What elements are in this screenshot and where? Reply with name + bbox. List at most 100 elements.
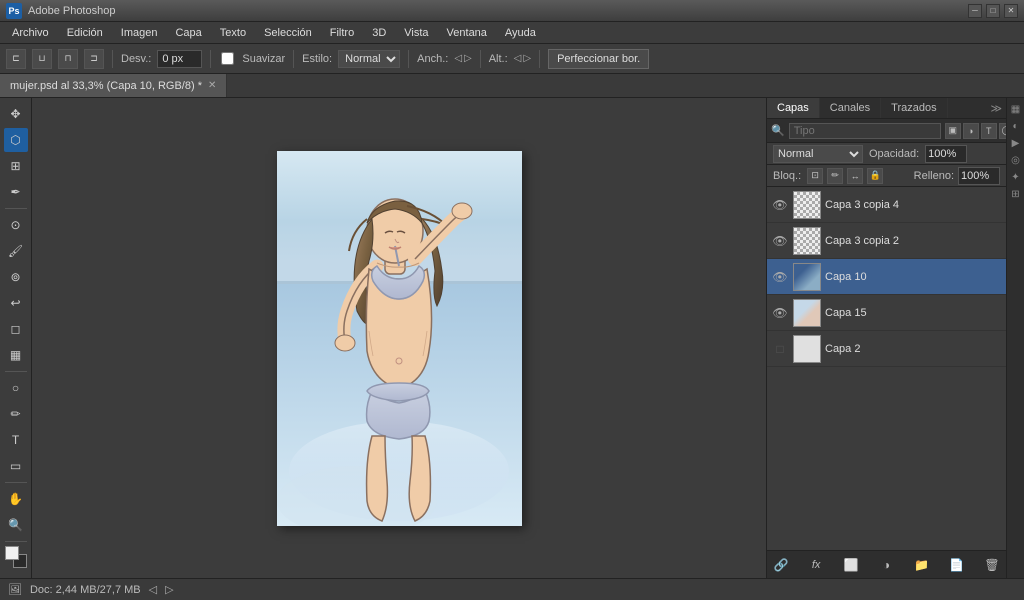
layer-link-icon[interactable]: 🔗 <box>771 555 791 575</box>
zoom-tool[interactable]: 🔍 <box>4 513 28 537</box>
status-nav-right[interactable]: ▷ <box>165 583 173 596</box>
suavizar-label: Suavizar <box>242 53 285 65</box>
minimize-button[interactable]: ─ <box>968 4 982 18</box>
blend-mode-select[interactable]: Normal <box>773 145 863 163</box>
desv-label: Desv.: <box>121 53 151 65</box>
layer-visibility-toggle[interactable]: 👁 <box>771 196 789 214</box>
layer-folder-icon[interactable]: 📁 <box>912 555 932 575</box>
tool-sep-3 <box>5 482 27 483</box>
layers-type-input[interactable] <box>789 123 941 139</box>
desv-input[interactable] <box>157 50 202 68</box>
panel4-icon[interactable]: ✦ <box>1009 170 1023 184</box>
text-tool[interactable]: T <box>4 428 28 452</box>
search-icon: 🔍 <box>771 124 785 137</box>
perfeccionar-button[interactable]: Perfeccionar bor. <box>548 49 649 69</box>
lasso-options-icon[interactable]: ⊔ <box>32 49 52 69</box>
layer-item[interactable]: 👁 Capa 3 copia 4 <box>767 187 1006 223</box>
delete-layer-button[interactable]: 🗑 <box>982 555 1002 575</box>
layer-item[interactable]: 👁 Capa 15 <box>767 295 1006 331</box>
history-brush-tool[interactable]: ↩ <box>4 291 28 315</box>
move-tool[interactable]: ✥ <box>4 102 28 126</box>
layer-visibility-toggle[interactable]: □ <box>771 340 789 358</box>
lasso-intersect-icon[interactable]: ⊓ <box>58 49 78 69</box>
lock-move-icon[interactable]: ↔ <box>847 168 863 184</box>
opacity-input[interactable] <box>925 145 967 163</box>
tool-sep-2 <box>5 371 27 372</box>
figure-svg <box>277 151 522 526</box>
panel-tab-group: Capas Canales Trazados <box>767 98 948 118</box>
eraser-tool[interactable]: ◻ <box>4 317 28 341</box>
layers-panel-icon[interactable]: ▦ <box>1009 102 1023 116</box>
lasso-tool-icon[interactable]: ⊏ <box>6 49 26 69</box>
panel3-icon[interactable]: ◎ <box>1009 153 1023 167</box>
pen-tool[interactable]: ✏ <box>4 402 28 426</box>
alt-label: Alt.: <box>489 53 508 65</box>
document-tab[interactable]: mujer.psd al 33,3% (Capa 10, RGB/8) * ✕ <box>0 74 227 97</box>
dodge-tool[interactable]: ○ <box>4 376 28 400</box>
menu-imagen[interactable]: Imagen <box>113 25 166 41</box>
filter-text-icon[interactable]: T <box>981 123 997 139</box>
fill-input[interactable] <box>958 167 1000 185</box>
lock-all-icon[interactable]: 🔒 <box>867 168 883 184</box>
lock-position-icon[interactable]: ✏ <box>827 168 843 184</box>
layers-panel: 🔍 ▣ ◑ T ◯ ◈ Normal Opacidad: <box>767 119 1006 578</box>
menu-3d[interactable]: 3D <box>364 25 394 41</box>
menu-seleccion[interactable]: Selección <box>256 25 320 41</box>
document-tab-close[interactable]: ✕ <box>208 80 216 91</box>
spot-heal-tool[interactable]: ⊙ <box>4 213 28 237</box>
filter-adjustment-icon[interactable]: ◑ <box>963 123 979 139</box>
layer-item[interactable]: 👁 Capa 3 copia 2 <box>767 223 1006 259</box>
tab-canales[interactable]: Canales <box>820 98 881 118</box>
maximize-button[interactable]: □ <box>986 4 1000 18</box>
menu-edicion[interactable]: Edición <box>59 25 111 41</box>
layer-visibility-toggle[interactable]: 👁 <box>771 232 789 250</box>
menu-archivo[interactable]: Archivo <box>4 25 57 41</box>
menu-ayuda[interactable]: Ayuda <box>497 25 544 41</box>
new-layer-button[interactable]: 📄 <box>947 555 967 575</box>
menu-vista[interactable]: Vista <box>396 25 436 41</box>
alt-arrow-right[interactable]: ▷ <box>523 53 531 64</box>
suavizar-checkbox[interactable] <box>221 52 234 65</box>
layer-adjustment-icon[interactable]: ◑ <box>876 555 896 575</box>
toolbar-separator-5 <box>480 50 481 68</box>
menu-texto[interactable]: Texto <box>212 25 254 41</box>
eyedropper-tool[interactable]: ✒ <box>4 180 28 204</box>
lock-pixels-icon[interactable]: ⊡ <box>807 168 823 184</box>
shape-tool[interactable]: ▭ <box>4 454 28 478</box>
gradient-tool[interactable]: ▦ <box>4 343 28 367</box>
layer-visibility-toggle[interactable]: 👁 <box>771 268 789 286</box>
layer-fx-icon[interactable]: fx <box>806 555 826 575</box>
lasso-subtract-icon[interactable]: ⊐ <box>84 49 104 69</box>
crop-tool[interactable]: ⊞ <box>4 154 28 178</box>
anch-arrow-left[interactable]: ◁ <box>454 53 462 64</box>
filter-pixel-icon[interactable]: ▣ <box>945 123 961 139</box>
hand-tool[interactable]: ✋ <box>4 487 28 511</box>
estilo-select[interactable]: Normal <box>338 50 400 68</box>
fill-label: Relleno: <box>914 170 954 182</box>
anch-arrow-right[interactable]: ▷ <box>464 53 472 64</box>
alt-arrow-left[interactable]: ◁ <box>514 53 522 64</box>
tab-capas[interactable]: Capas <box>767 98 820 118</box>
foreground-bg-colors[interactable] <box>5 546 27 568</box>
menu-capa[interactable]: Capa <box>167 25 209 41</box>
layer-visibility-toggle[interactable]: 👁 <box>771 304 789 322</box>
status-doc-icon: 🖼 <box>8 583 22 596</box>
status-nav-left[interactable]: ◁ <box>149 583 157 596</box>
panel-expand-arrow[interactable]: ≫ <box>986 102 1006 115</box>
brush-tool[interactable]: 🖌 <box>4 239 28 263</box>
play-icon[interactable]: ▶ <box>1009 136 1023 150</box>
window-controls[interactable]: ─ □ ✕ <box>968 4 1018 18</box>
menu-filtro[interactable]: Filtro <box>322 25 362 41</box>
stamp-tool[interactable]: ⊚ <box>4 265 28 289</box>
layer-mask-icon[interactable]: ⬜ <box>841 555 861 575</box>
canvas-image <box>277 151 522 526</box>
panel5-icon[interactable]: ⊞ <box>1009 187 1023 201</box>
lasso-tool[interactable]: ⬡ <box>4 128 28 152</box>
layer-item[interactable]: □ Capa 2 <box>767 331 1006 367</box>
extra-right-panel: ▦ ◐ ▶ ◎ ✦ ⊞ <box>1006 98 1024 578</box>
channels-panel-icon[interactable]: ◐ <box>1009 119 1023 133</box>
menu-ventana[interactable]: Ventana <box>439 25 495 41</box>
close-button[interactable]: ✕ <box>1004 4 1018 18</box>
layer-item-active[interactable]: 👁 Capa 10 <box>767 259 1006 295</box>
tab-trazados[interactable]: Trazados <box>881 98 947 118</box>
